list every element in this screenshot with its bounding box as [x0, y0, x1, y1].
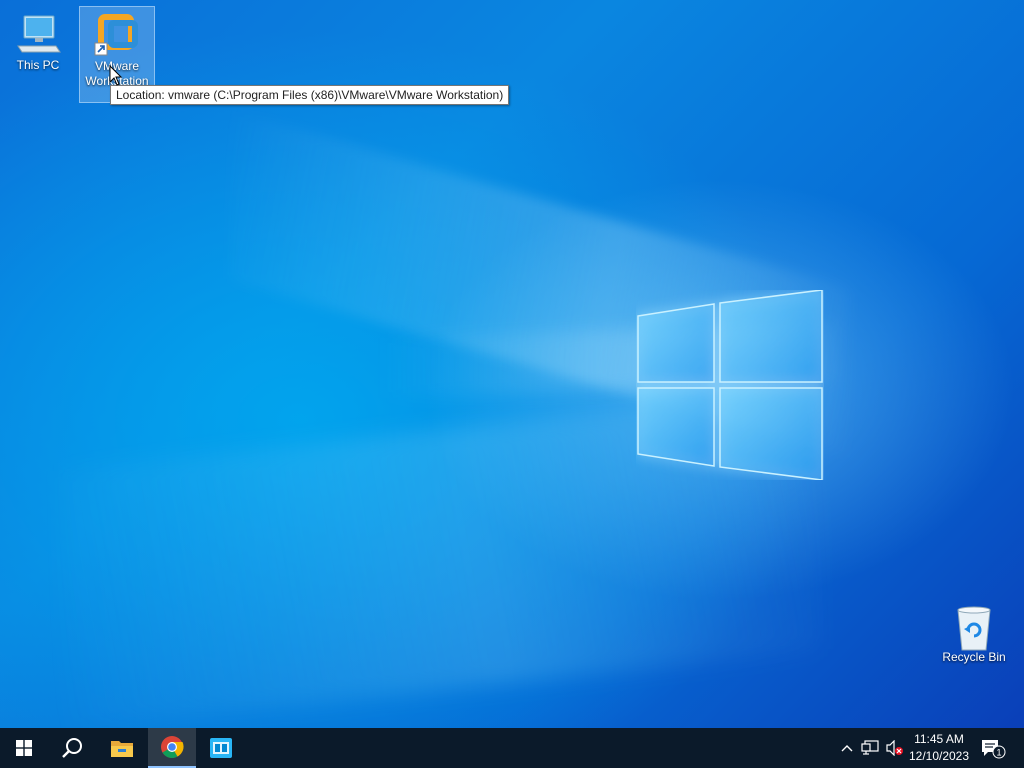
clock-date: 12/10/2023 [908, 749, 970, 763]
vmware-icon [93, 13, 141, 57]
windows-start-icon [16, 740, 32, 756]
notification-icon: 1 [982, 740, 1006, 759]
windows-logo [637, 290, 823, 480]
desktop-icon-recycle-bin[interactable]: Recycle Bin [936, 598, 1012, 665]
chevron-up-icon [841, 745, 853, 752]
mouse-cursor-icon [109, 65, 123, 86]
file-explorer-button[interactable] [98, 728, 146, 768]
taskbar-clock[interactable]: 11:45 AM 12/10/2023 [904, 728, 974, 768]
show-hidden-icons-button[interactable] [838, 728, 856, 768]
computer-icon [14, 12, 62, 56]
search-icon [62, 738, 82, 758]
start-button[interactable] [0, 728, 48, 768]
volume-muted-icon [886, 740, 903, 756]
search-button[interactable] [48, 728, 96, 768]
notification-count: 1 [996, 748, 1001, 758]
desktop-wallpaper: This PC VMware Workstation Recycle Bin L… [0, 0, 1024, 728]
app-icon [210, 738, 232, 758]
volume-tray-button[interactable] [884, 728, 906, 768]
location-tooltip: Location: vmware (C:\Program Files (x86)… [110, 85, 510, 105]
file-explorer-icon [111, 741, 133, 757]
desktop-icon-label: This PC [16, 58, 60, 72]
desktop-icon-this-pc[interactable]: This PC [0, 6, 76, 73]
desktop-icon-label: Recycle Bin [942, 650, 1006, 664]
network-tray-button[interactable] [860, 728, 880, 768]
chrome-taskbar-button[interactable] [148, 728, 196, 768]
action-center-button[interactable]: 1 [978, 728, 1008, 768]
network-icon [861, 740, 879, 755]
clock-time: 11:45 AM [914, 732, 964, 746]
pinned-app-button[interactable] [197, 728, 245, 768]
taskbar: 11:45 AM 12/10/2023 1 [0, 728, 1024, 768]
chrome-icon [161, 736, 184, 758]
recycle-bin-icon [950, 604, 998, 651]
